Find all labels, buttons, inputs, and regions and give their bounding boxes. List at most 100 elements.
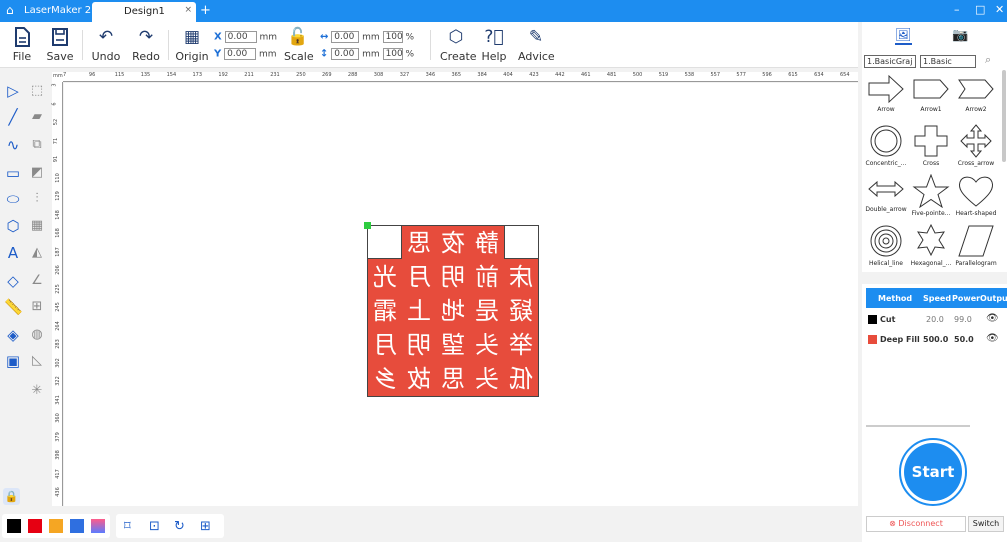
line-tool-icon[interactable]: ╱ <box>4 108 22 126</box>
create-label: Create <box>440 50 477 63</box>
undo-label: Undo <box>91 50 121 63</box>
x-input[interactable]: 0.00 <box>224 31 257 43</box>
spark-icon[interactable]: ✳ <box>28 382 46 400</box>
design-character: 头 <box>475 365 499 393</box>
shape-caption: Parallelogram <box>955 260 997 267</box>
color-swatch[interactable] <box>49 519 63 533</box>
file-button[interactable]: File <box>8 26 36 63</box>
angle-icon[interactable]: ∠ <box>28 272 46 290</box>
mirror-icon[interactable]: ◭ <box>28 244 46 262</box>
category-select[interactable]: 1.BasicGraj <box>864 55 916 68</box>
width-input[interactable]: 0.00 <box>331 31 360 43</box>
color-swatch[interactable] <box>70 519 84 533</box>
design-character: 头 <box>475 331 499 359</box>
ellipse-tool-icon[interactable]: ⬭ <box>4 190 22 208</box>
shape-item[interactable]: Cross_arrow <box>954 124 998 167</box>
search-icon[interactable]: ⌕ <box>985 53 991 67</box>
disconnect-button[interactable]: ⊗ Disconnect <box>866 516 966 532</box>
shape-scrollbar[interactable] <box>1002 70 1006 162</box>
bottom-bar: ⌑ ⊡ ↻ ⊞ <box>0 510 858 542</box>
maximize-icon[interactable]: □ <box>975 3 985 16</box>
lock-icon[interactable]: 🔒 <box>3 488 20 505</box>
group-icon[interactable]: ◩ <box>28 164 46 182</box>
create-button[interactable]: ⬡ Create <box>440 26 477 63</box>
center-view-icon[interactable]: ⊡ <box>149 519 160 534</box>
shape-library-tab[interactable]: 🖼 <box>895 28 912 45</box>
minimize-icon[interactable]: – <box>954 3 960 16</box>
shape-item[interactable]: Arrow <box>864 74 908 113</box>
color-swatch[interactable] <box>7 519 21 533</box>
text-tool-icon[interactable]: A <box>4 244 22 262</box>
eye-icon[interactable]: 👁 <box>986 333 999 344</box>
sub-category-select[interactable]: 1.Basic <box>920 55 976 68</box>
tab-close-icon[interactable]: × <box>184 5 192 15</box>
design-character: 月 <box>407 263 431 291</box>
layer-row-cut[interactable]: Cut 20.0 99.0 👁 <box>866 310 1007 330</box>
color-swatch[interactable] <box>28 519 42 533</box>
height-input[interactable]: 0.00 <box>331 48 360 60</box>
shape-item[interactable]: Arrow2 <box>954 74 998 113</box>
copy-icon[interactable]: ⧉ <box>28 136 46 154</box>
measure-tool-icon[interactable]: 📏 <box>4 298 23 316</box>
home-icon[interactable]: ⌂ <box>6 4 18 16</box>
stamp-icon[interactable]: ◍ <box>28 326 46 344</box>
shape-item[interactable]: Double_arrow <box>864 174 908 213</box>
shape-item[interactable]: Helical_line <box>864 224 908 267</box>
advice-button[interactable]: ✎ Advice <box>518 26 555 63</box>
ruler-tick-label: 135 <box>140 72 151 78</box>
select-arrow-icon[interactable]: ▷ <box>4 82 22 100</box>
align-left-icon[interactable]: ⫶ <box>28 190 46 208</box>
switch-button[interactable]: Switch <box>968 516 1004 532</box>
combine-icon[interactable]: ▰ <box>28 108 46 126</box>
color-swatch[interactable] <box>91 519 105 533</box>
eraser-tool-icon[interactable]: ◇ <box>4 272 22 290</box>
y-input[interactable]: 0.00 <box>224 48 257 60</box>
shape-item[interactable]: Hexagonal_... <box>909 224 953 267</box>
redo-button[interactable]: ↷ Redo <box>130 26 162 63</box>
shape-item[interactable]: Arrow1 <box>909 74 953 113</box>
close-icon[interactable]: ✕ <box>995 3 1004 16</box>
design-character: 明 <box>441 263 465 291</box>
shape-preview-icon <box>958 225 994 257</box>
curve-tool-icon[interactable]: ∿ <box>4 136 22 154</box>
marquee-select-icon[interactable]: ⬚ <box>28 82 46 100</box>
help-button[interactable]: ?⃝ Help <box>480 26 508 63</box>
tab-design1[interactable]: Design1 × <box>92 2 196 22</box>
selection-handle[interactable] <box>364 222 371 229</box>
refresh-icon[interactable]: ↻ <box>174 519 185 534</box>
camera-tab[interactable]: 📷 <box>952 28 968 43</box>
ruler-tick-label: 7 <box>63 72 67 78</box>
deform-icon[interactable]: ◺ <box>28 352 46 370</box>
start-button[interactable]: Start <box>904 443 962 501</box>
polygon-tool-icon[interactable]: ⬡ <box>4 217 22 235</box>
array-icon[interactable]: ▦ <box>28 217 46 235</box>
x-label: X <box>214 31 222 43</box>
design-character: 低 <box>509 365 533 393</box>
shape-caption: Helical_line <box>868 260 903 267</box>
undo-icon: ↶ <box>98 27 114 47</box>
origin-button[interactable]: ▦ Origin <box>175 26 209 63</box>
template-icon[interactable]: ▣ <box>4 352 22 370</box>
shape-item[interactable]: Five-pointe... <box>909 174 953 217</box>
rectangle-tool-icon[interactable]: ▭ <box>4 164 22 182</box>
height-percent-input[interactable]: 100 <box>382 48 403 60</box>
shape-item[interactable]: Parallelogram <box>954 224 998 267</box>
undo-button[interactable]: ↶ Undo <box>90 26 122 63</box>
layers-icon[interactable]: ◈ <box>4 326 22 344</box>
scale-button[interactable]: 🔓 Scale <box>284 26 314 63</box>
design-character: 夜 <box>441 229 465 257</box>
shape-item[interactable]: Concentric_... <box>864 124 908 167</box>
eye-icon[interactable]: 👁 <box>986 313 999 324</box>
fit-frame-icon[interactable]: ⌑ <box>124 519 131 534</box>
shape-item[interactable]: Cross <box>909 124 953 167</box>
width-percent-input[interactable]: 100 <box>382 31 403 43</box>
new-tab-icon[interactable]: + <box>200 3 211 18</box>
ruler-tick-label: 231 <box>270 72 280 78</box>
save-button[interactable]: Save <box>46 26 74 63</box>
grid-tool-icon[interactable]: ⊞ <box>28 298 46 316</box>
text-design-block[interactable]: 思夜静光月明前床霜上地是疑月明望头举乡故思头低 <box>367 225 539 397</box>
shape-item[interactable]: Heart-shaped <box>954 174 998 217</box>
layer-row-deep-fill[interactable]: Deep Fill 500.0 50.0 👁 <box>866 330 1007 350</box>
height-icon: ↕ <box>320 48 329 60</box>
grid-view-icon[interactable]: ⊞ <box>200 519 211 534</box>
